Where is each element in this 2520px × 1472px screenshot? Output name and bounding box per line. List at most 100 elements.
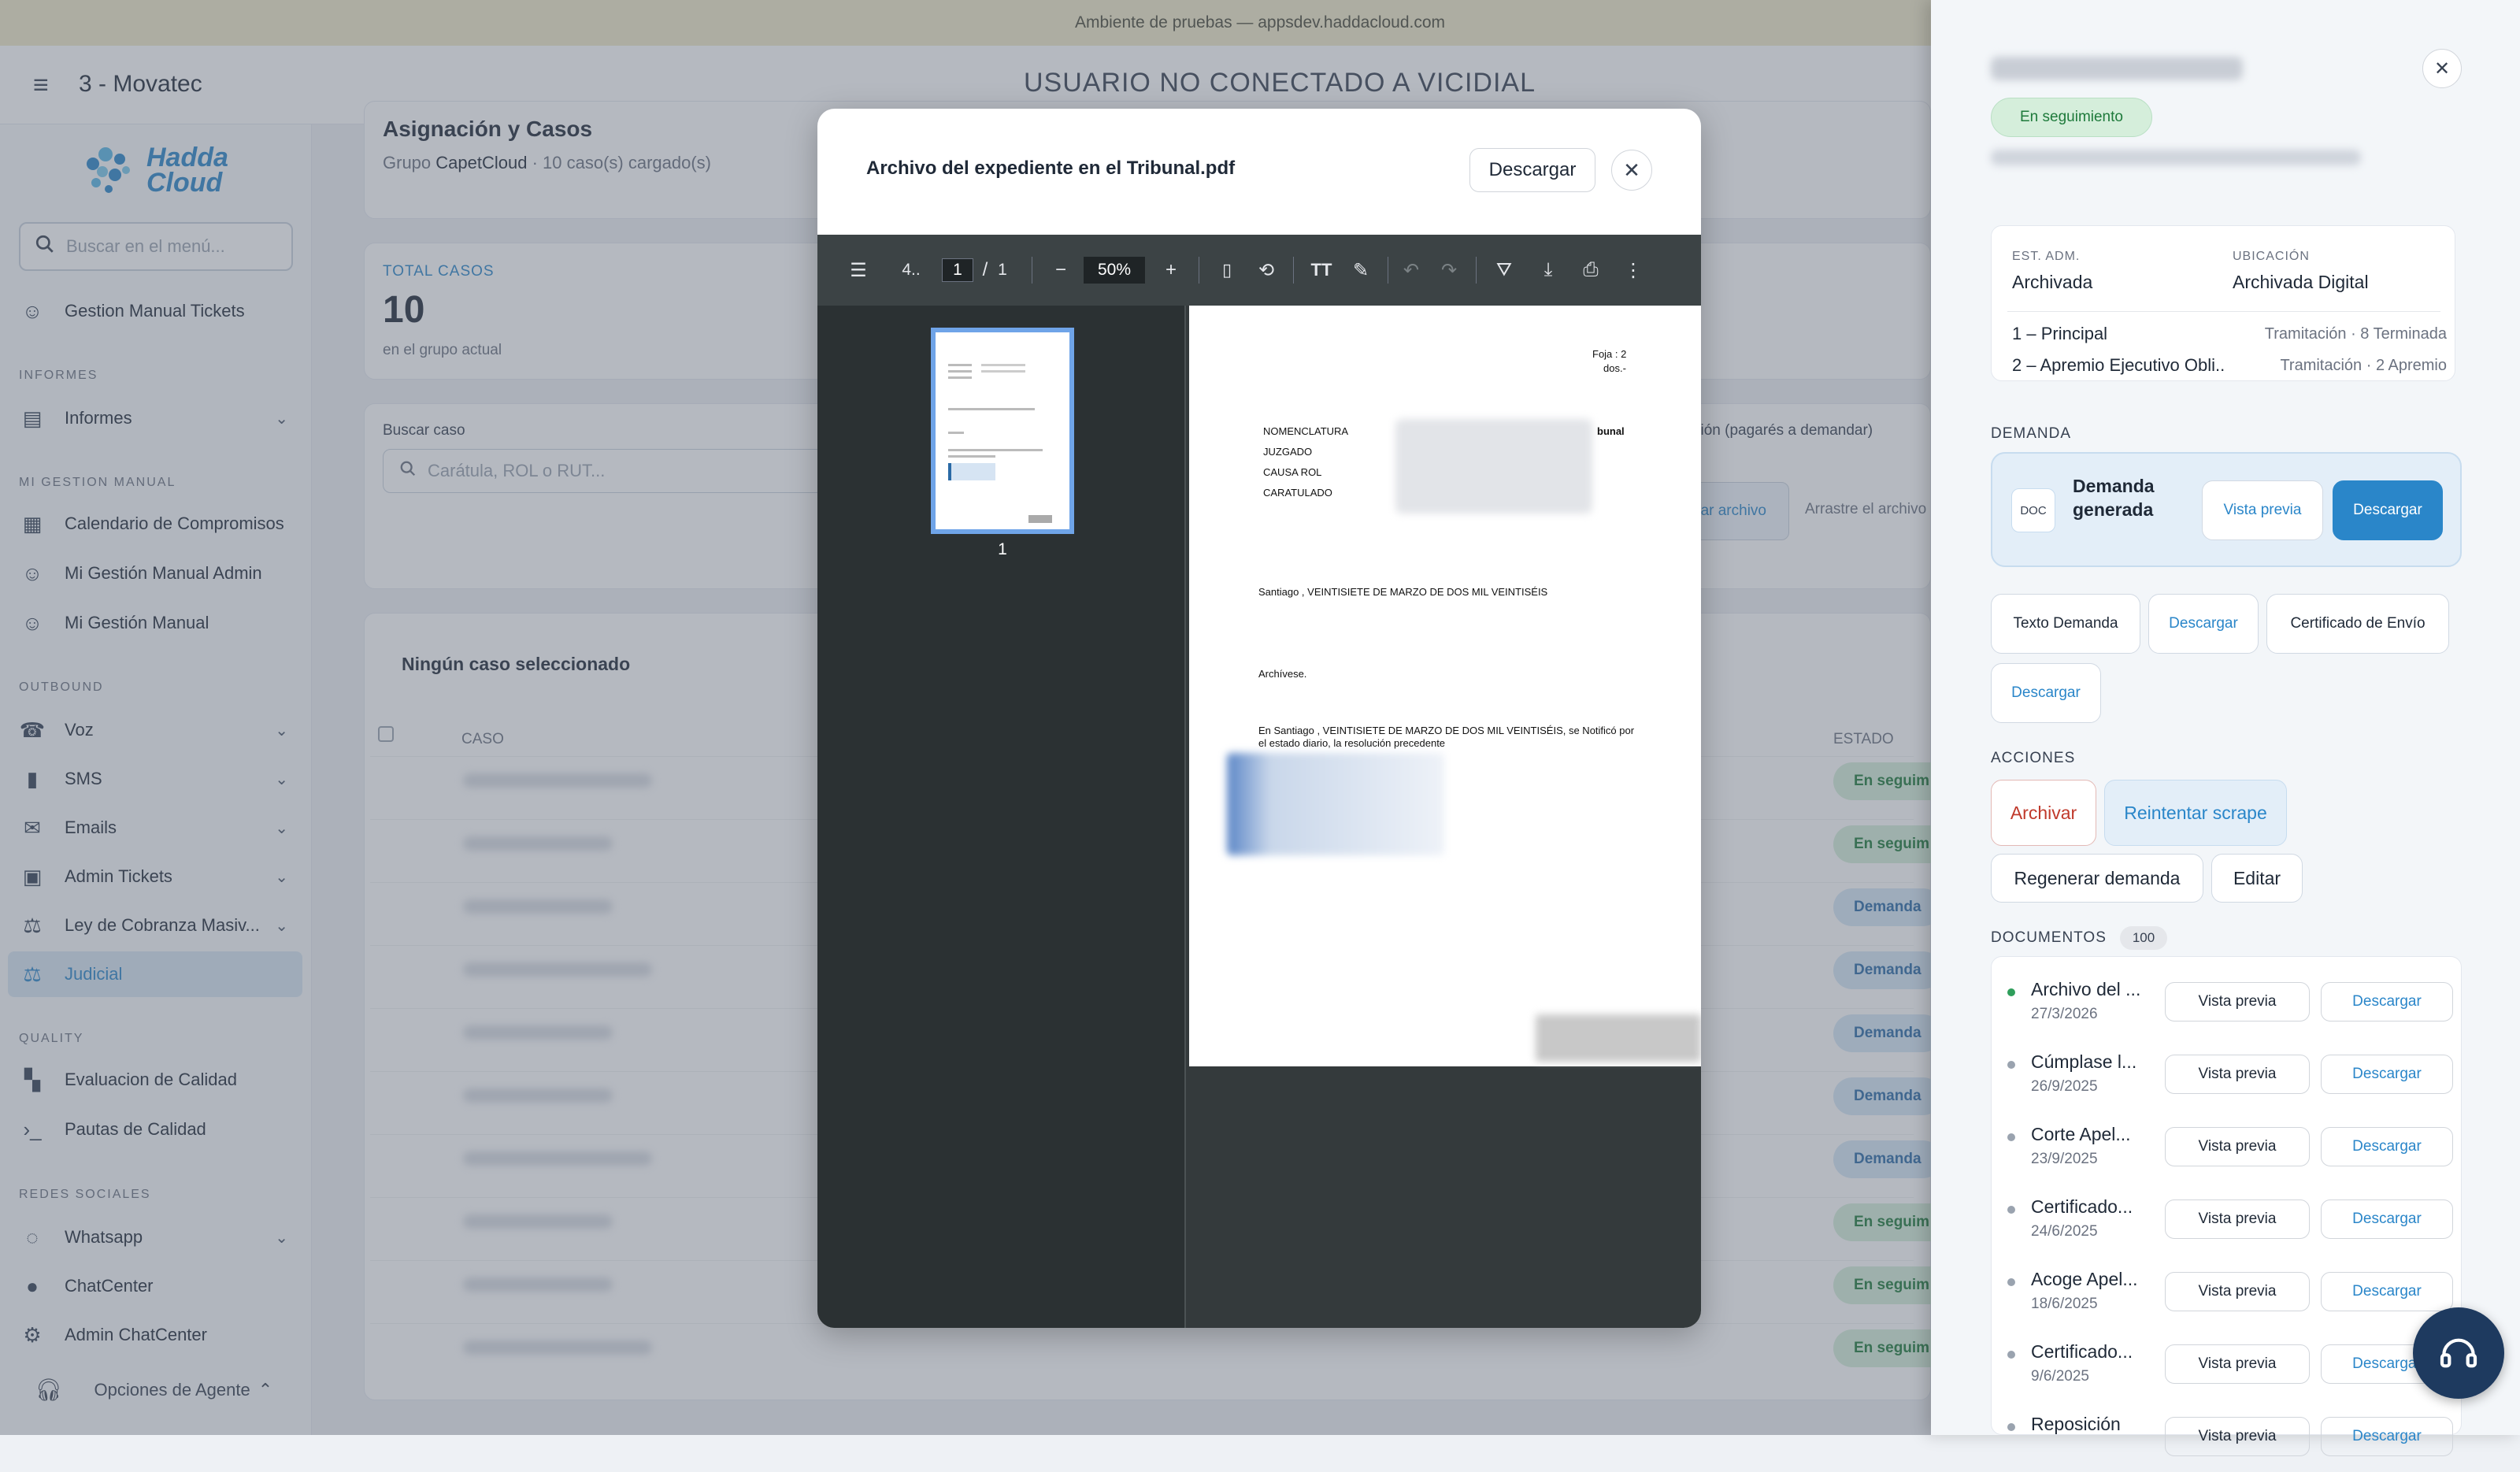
document-date: 18/6/2025 bbox=[2031, 1296, 2098, 1312]
document-name: Corte Apel... bbox=[2031, 1124, 2131, 1144]
status-dot bbox=[2007, 1423, 2015, 1431]
page-thumbnail[interactable] bbox=[931, 328, 1074, 534]
zoom-level[interactable]: 50% bbox=[1084, 257, 1145, 284]
demanda-download-button[interactable]: Descargar bbox=[2333, 480, 2443, 540]
est-adm-label: EST. ADM. bbox=[2012, 250, 2081, 263]
document-preview-button[interactable]: Vista previa bbox=[2165, 1127, 2310, 1166]
pdf-toolbar: ☰ 4.. 1 / 1 − 50% + ▯ ⟲ TT ✎ ↶ ↷ ⛛ ⤓ ⎙ ⋮ bbox=[817, 235, 1701, 306]
notification-text: En Santiago , VEINTISIETE DE MARZO DE DO… bbox=[1258, 725, 1635, 749]
fit-page-icon[interactable]: ▯ bbox=[1211, 235, 1243, 306]
draw-icon[interactable]: ✎ bbox=[1345, 235, 1377, 306]
document-item: Acoge Apel... 18/6/2025 Vista previa Descar… bbox=[1992, 1255, 2463, 1327]
document-title-short: 4.. bbox=[902, 261, 921, 279]
document-preview-button[interactable]: Vista previa bbox=[2165, 1199, 2310, 1239]
add-to-drive-icon[interactable]: ⛛ bbox=[1487, 235, 1521, 306]
undo-icon[interactable]: ↶ bbox=[1395, 235, 1427, 306]
case-info-card: EST. ADM. Archivada UBICACIÓN Archivada … bbox=[1991, 225, 2455, 381]
document-item: Archivo del ... 27/3/2026 Vista previa Desc… bbox=[1992, 965, 2463, 1037]
page-count: 1 bbox=[998, 261, 1007, 279]
document-name: Certificado... bbox=[2031, 1341, 2133, 1362]
document-date: 9/6/2025 bbox=[2031, 1368, 2089, 1385]
certificado-download-button[interactable]: Descargar bbox=[1991, 663, 2101, 723]
pdf-viewer: ☰ 4.. 1 / 1 − 50% + ▯ ⟲ TT ✎ ↶ ↷ ⛛ ⤓ ⎙ ⋮ bbox=[817, 235, 1701, 1328]
ubicacion-value: Archivada Digital bbox=[2233, 272, 2369, 292]
document-download-button[interactable]: Descargar bbox=[2321, 1272, 2453, 1311]
modal-download-button[interactable]: Descargar bbox=[1469, 148, 1595, 192]
zoom-in-icon[interactable]: + bbox=[1158, 235, 1184, 306]
redacted-signature bbox=[1227, 753, 1444, 855]
foja-dos-text: dos.- bbox=[1603, 362, 1626, 374]
ubicacion-label: UBICACIÓN bbox=[2233, 250, 2310, 263]
support-headset-button[interactable] bbox=[2413, 1307, 2504, 1399]
toolbar-divider bbox=[1476, 257, 1477, 284]
document-preview-button[interactable]: Vista previa bbox=[2165, 1272, 2310, 1311]
headset-icon bbox=[2440, 1338, 2477, 1368]
est-adm-value: Archivada bbox=[2012, 272, 2093, 292]
demanda-card: DOC Demanda generada Vista previa Descar… bbox=[1991, 452, 2462, 567]
case-detail-panel: ✕ En seguimiento EST. ADM. Archivada UBI… bbox=[1931, 0, 2520, 1456]
document-download-button[interactable]: Descargar bbox=[2321, 1127, 2453, 1166]
causa-rol-label: CAUSA ROL bbox=[1263, 466, 1322, 478]
document-item: Cúmplase l... 26/9/2025 Vista previa Descar… bbox=[1992, 1037, 2463, 1110]
tribunal-text: bunal bbox=[1597, 425, 1625, 437]
texto-demanda-button[interactable]: Texto Demanda bbox=[1991, 594, 2140, 654]
document-item: Certificado... 24/6/2025 Vista previa Desca… bbox=[1992, 1182, 2463, 1255]
document-date: 26/9/2025 bbox=[2031, 1078, 2098, 1095]
document-preview-button[interactable]: Vista previa bbox=[2165, 1344, 2310, 1384]
redacted-case-fields bbox=[1395, 419, 1592, 514]
page-number-input[interactable]: 1 bbox=[942, 258, 973, 282]
document-name: Cúmplase l... bbox=[2031, 1051, 2137, 1072]
foja-text: Foja : 2 bbox=[1592, 348, 1627, 360]
redo-icon[interactable]: ↷ bbox=[1433, 235, 1465, 306]
rotate-icon[interactable]: ⟲ bbox=[1251, 235, 1282, 306]
reintentar-scrape-button[interactable]: Reintentar scrape bbox=[2104, 780, 2287, 846]
sidebar-toggle-icon[interactable]: ☰ bbox=[843, 235, 874, 306]
zoom-out-icon[interactable]: − bbox=[1047, 235, 1074, 306]
document-download-button[interactable]: Descargar bbox=[2321, 1417, 2453, 1456]
close-icon[interactable]: ✕ bbox=[1611, 150, 1652, 191]
text-annotation-icon[interactable]: TT bbox=[1304, 235, 1339, 306]
document-download-button[interactable]: Descargar bbox=[2321, 1055, 2453, 1094]
doc-badge: DOC bbox=[2011, 488, 2055, 532]
juzgado-label: JUZGADO bbox=[1263, 446, 1313, 458]
editar-button[interactable]: Editar bbox=[2211, 854, 2303, 903]
thumbnail-page-number: 1 bbox=[998, 540, 1007, 558]
more-options-icon[interactable]: ⋮ bbox=[1618, 235, 1649, 306]
proceso-1-state: Tramitación · 8 Terminada bbox=[2264, 325, 2447, 343]
document-preview-button[interactable]: Vista previa bbox=[2165, 1417, 2310, 1456]
texto-demanda-download-button[interactable]: Descargar bbox=[2148, 594, 2259, 654]
document-preview-button[interactable]: Vista previa bbox=[2165, 1055, 2310, 1094]
pdf-page: Foja : 2 dos.- NOMENCLATURA JUZGADO CAUS… bbox=[1189, 306, 1701, 1066]
documentos-count: 100 bbox=[2120, 926, 2167, 950]
demanda-generada: Demanda generada bbox=[2073, 476, 2155, 520]
document-date: 27/3/2026 bbox=[2031, 1006, 2098, 1022]
demanda-preview-button[interactable]: Vista previa bbox=[2202, 480, 2323, 540]
archivar-button[interactable]: Archivar bbox=[1991, 780, 2096, 846]
download-icon[interactable]: ⤓ bbox=[1531, 235, 1566, 306]
toolbar-divider bbox=[1293, 257, 1294, 284]
proceso-2-state: Tramitación · 2 Apremio bbox=[2280, 357, 2447, 374]
close-icon[interactable]: ✕ bbox=[2422, 49, 2462, 88]
proceso-1: 1 – Principal bbox=[2012, 324, 2108, 343]
redacted-verification-code bbox=[1536, 1014, 1701, 1062]
document-item: Corte Apel... 23/9/2025 Vista previa Descar… bbox=[1992, 1110, 2463, 1182]
print-icon[interactable]: ⎙ bbox=[1573, 235, 1608, 306]
proceso-2: 2 – Apremio Ejecutivo Obli... bbox=[2012, 355, 2225, 375]
status-dot bbox=[2007, 1133, 2015, 1141]
document-date: 24/6/2025 bbox=[2031, 1223, 2098, 1240]
divider bbox=[2007, 311, 2440, 312]
regenerar-demanda-button[interactable]: Regenerar demanda bbox=[1991, 854, 2203, 903]
certificado-envio-button[interactable]: Certificado de Envío bbox=[2266, 594, 2449, 654]
status-dot bbox=[2007, 1278, 2015, 1286]
document-download-button[interactable]: Descargar bbox=[2321, 1199, 2453, 1239]
status-dot bbox=[2007, 1351, 2015, 1359]
nomenclatura-label: NOMENCLATURA bbox=[1263, 425, 1349, 437]
resolution-date: Santiago , VEINTISIETE DE MARZO DE DOS M… bbox=[1258, 586, 1548, 598]
status-dot bbox=[2007, 988, 2015, 996]
document-name: Reposición bbox=[2031, 1414, 2121, 1434]
status-dot bbox=[2007, 1061, 2015, 1069]
document-download-button[interactable]: Descargar bbox=[2321, 982, 2453, 1022]
document-preview-button[interactable]: Vista previa bbox=[2165, 982, 2310, 1022]
documentos-heading: DOCUMENTOS bbox=[1991, 929, 2107, 946]
redacted-case-detail bbox=[1991, 150, 2361, 165]
